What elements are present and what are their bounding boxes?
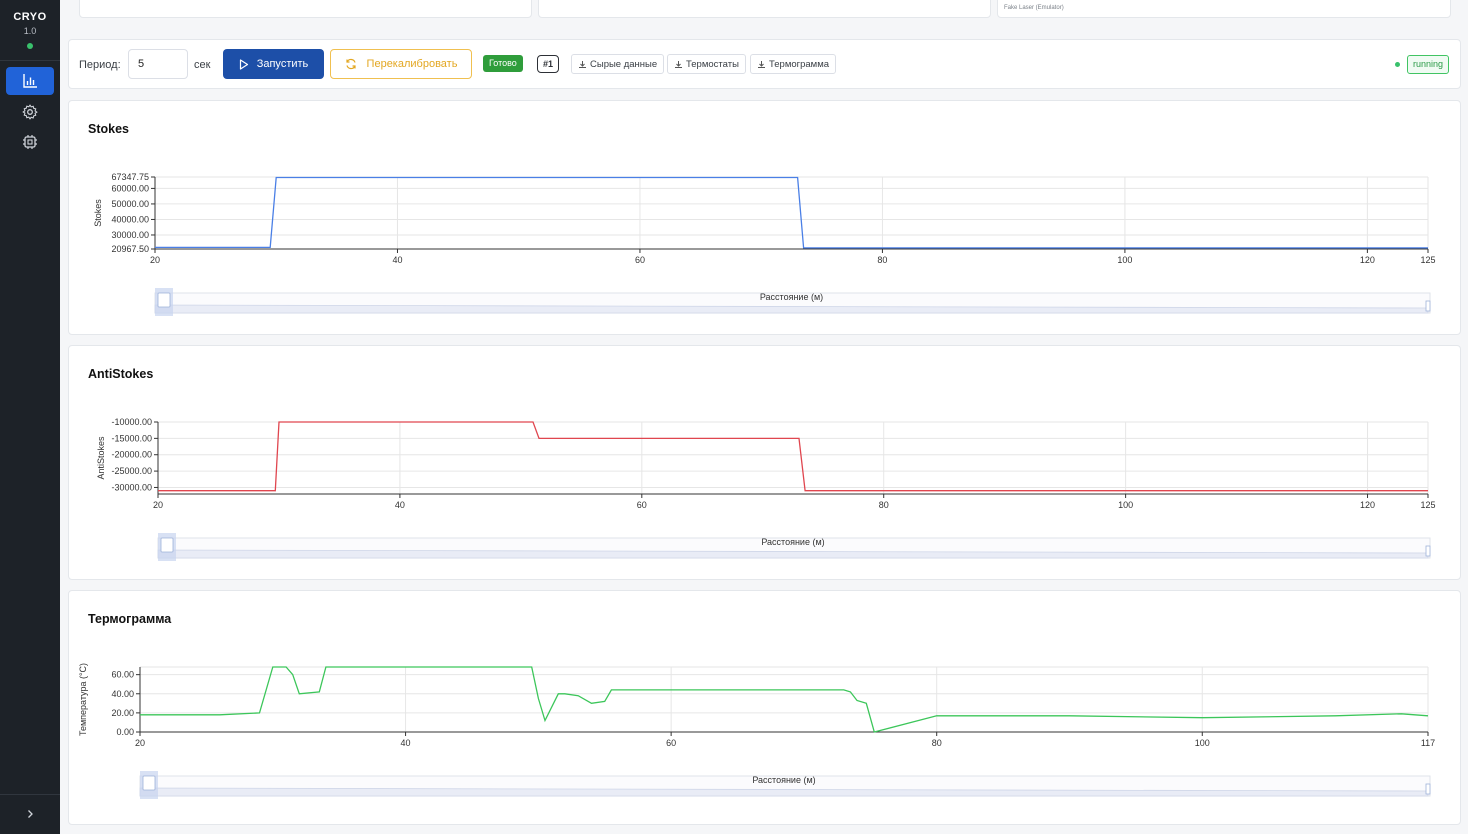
period-unit: сек	[194, 59, 211, 71]
recalibrate-button-label: Перекалибровать	[366, 58, 458, 70]
y-tick-label: 0.00	[116, 727, 134, 737]
zoom-handle-right	[1425, 545, 1431, 557]
app-version: 1.0	[23, 26, 37, 36]
y-tick-label: -10000.00	[111, 417, 152, 427]
y-tick-label: 67347.75	[111, 172, 149, 182]
period-label: Период:	[79, 59, 121, 71]
sidebar-item-charts[interactable]	[6, 67, 54, 95]
zoom-handle-grip	[160, 537, 174, 553]
x-tick-label: 40	[392, 255, 402, 265]
zoom-handle-right	[1425, 783, 1431, 795]
y-tick-label: 50000.00	[111, 199, 149, 209]
x-tick-label: 125	[1420, 255, 1435, 265]
download-thermostats-label: Термостаты	[686, 58, 739, 70]
series-line	[140, 666, 1429, 733]
laser-card: Fake Laser (Emulator)	[997, 0, 1451, 18]
x-tick-label: 100	[1117, 255, 1132, 265]
sidebar-expand-button[interactable]	[18, 803, 42, 825]
thermogram-chart: 20 40 60 80 100 117 0.00 20.00 40.00 60.00 Темпера…	[78, 663, 1435, 799]
x-tick-label: 20	[135, 738, 145, 748]
x-axis-label: Расстояние (м)	[752, 775, 815, 785]
x-tick-label: 80	[877, 255, 887, 265]
zoom-handle-grip	[157, 292, 171, 308]
y-tick-label: 20.00	[111, 708, 134, 718]
y-tick-label: -25000.00	[111, 466, 152, 476]
x-tick-label: 20	[153, 500, 163, 510]
x-axis-label: Расстояние (м)	[761, 537, 824, 547]
antistokes-panel: AntiStokes 20 40 60 80 100 120 125 -30000.00 -25…	[68, 345, 1461, 580]
refresh-icon	[345, 58, 356, 70]
x-tick-label: 100	[1118, 500, 1133, 510]
sidebar: CRYO 1.0	[0, 0, 60, 834]
bar-chart-icon	[23, 74, 37, 88]
download-icon	[675, 60, 682, 68]
antistokes-chart: 20 40 60 80 100 120 125 -30000.00 -25000.00 -2000…	[96, 417, 1436, 561]
x-tick-label: 120	[1360, 255, 1375, 265]
y-tick-label: -20000.00	[111, 450, 152, 460]
download-thermogram-button[interactable]: Термограмма	[750, 54, 837, 74]
zoom-handle-right	[1425, 300, 1431, 312]
running-state-badge: running	[1407, 55, 1450, 74]
thermogram-panel: Термограмма 20 40 60 80 100 117 0.00 20.00 40.00…	[68, 590, 1461, 825]
gear-icon	[22, 104, 38, 120]
y-tick-label: 60.00	[111, 670, 134, 680]
x-tick-label: 80	[879, 500, 889, 510]
series-line	[158, 421, 1428, 492]
laser-label: Fake Laser (Emulator)	[1004, 5, 1064, 11]
x-tick-label: 40	[401, 738, 411, 748]
x-tick-label: 60	[635, 255, 645, 265]
chip-icon	[23, 135, 37, 149]
x-tick-label: 60	[666, 738, 676, 748]
x-tick-label: 117	[1421, 738, 1435, 748]
x-tick-label: 125	[1420, 500, 1435, 510]
y-tick-label: 40.00	[111, 689, 134, 699]
x-tick-label: 80	[932, 738, 942, 748]
y-axis-label: AntiStokes	[96, 436, 106, 480]
y-axis-label: Stokes	[93, 199, 103, 227]
app-logo: CRYO	[13, 11, 47, 23]
download-thermogram-label: Термограмма	[769, 58, 830, 70]
download-raw-button[interactable]: Сырые данные	[571, 54, 665, 74]
y-tick-label: -15000.00	[111, 433, 152, 443]
stokes-panel: Stokes 20 40 60 80 100 120 125 20967.50 30000.00…	[68, 100, 1461, 335]
x-tick-label: 20	[150, 255, 160, 265]
x-tick-label: 60	[637, 500, 647, 510]
sidebar-divider	[0, 60, 60, 61]
run-button[interactable]: Запустить	[223, 49, 324, 79]
play-icon	[239, 58, 248, 70]
x-tick-label: 120	[1360, 500, 1375, 510]
y-tick-label: 30000.00	[111, 230, 149, 240]
x-axis-label: Расстояние (м)	[760, 292, 823, 302]
download-raw-label: Сырые данные	[590, 58, 658, 70]
stokes-chart: 20 40 60 80 100 120 125 20967.50 30000.00 40000.0…	[93, 172, 1436, 316]
y-tick-label: 60000.00	[111, 183, 149, 193]
y-axis-label: Температура (°C)	[78, 663, 88, 736]
sidebar-item-settings[interactable]	[6, 98, 54, 126]
device-card	[79, 0, 532, 18]
running-indicator-dot	[1395, 62, 1400, 67]
zoom-handle-grip	[142, 775, 156, 791]
control-toolbar: Период: 5 сек Запустить Перекалибровать …	[68, 39, 1461, 89]
x-tick-label: 40	[395, 500, 405, 510]
run-number-badge: #1	[537, 55, 560, 73]
chevron-right-icon	[28, 810, 33, 818]
download-icon	[579, 60, 586, 68]
period-input[interactable]: 5	[128, 49, 188, 79]
download-icon	[758, 60, 765, 68]
x-tick-label: 100	[1195, 738, 1210, 748]
download-thermostats-button[interactable]: Термостаты	[667, 54, 746, 74]
sidebar-item-hardware[interactable]	[6, 128, 54, 156]
run-button-label: Запустить	[256, 58, 309, 70]
y-tick-label: 20967.50	[111, 244, 149, 254]
connection-status-dot	[27, 43, 33, 49]
y-tick-label: 40000.00	[111, 214, 149, 224]
sidebar-bottom-divider	[0, 794, 60, 795]
device-card	[538, 0, 991, 18]
status-badge: Готово	[483, 55, 523, 72]
y-tick-label: -30000.00	[111, 482, 152, 492]
recalibrate-button[interactable]: Перекалибровать	[330, 49, 472, 79]
